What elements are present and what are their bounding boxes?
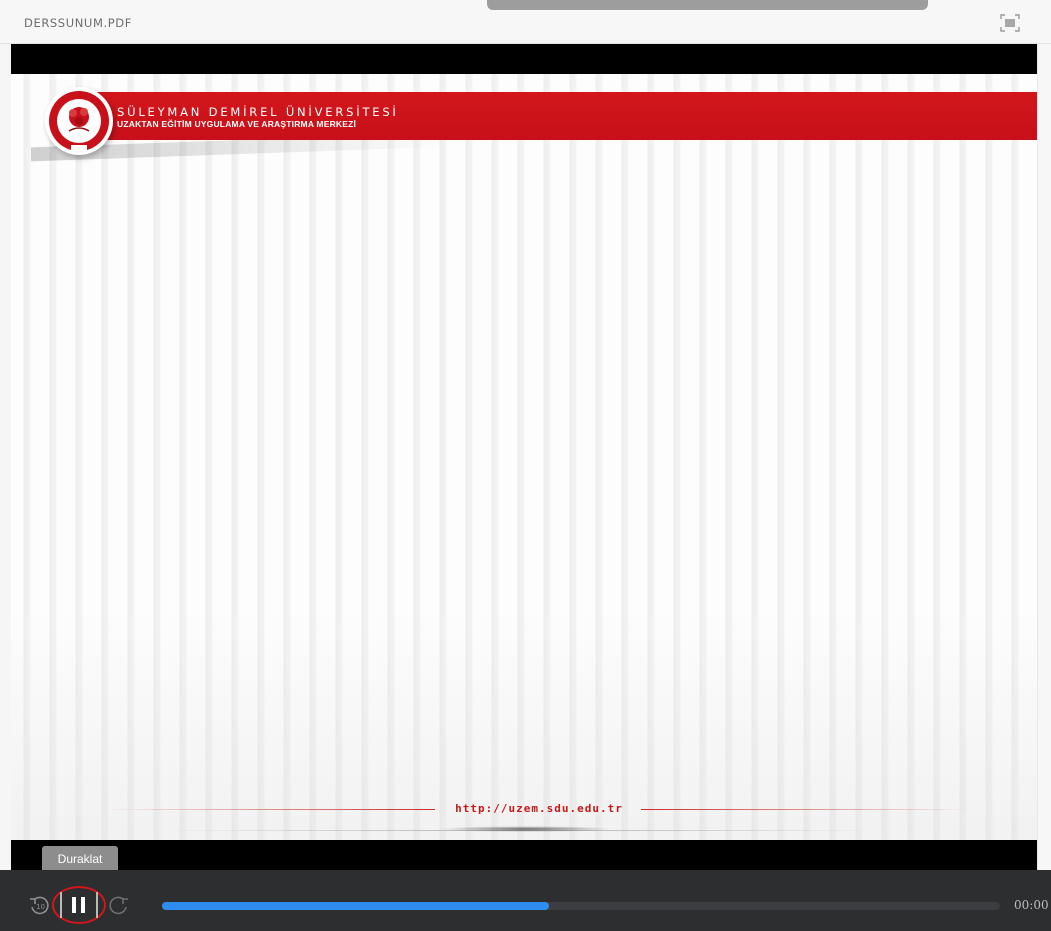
player-controls: 10 00:00 [0,870,1051,931]
page-edge [1037,44,1051,870]
fullscreen-icon [1000,14,1020,32]
document-header: DERSSUNUM.PDF [0,0,1051,44]
document-title: DERSSUNUM.PDF [24,16,132,30]
forward-button[interactable] [108,894,130,916]
pause-button[interactable] [60,890,98,920]
rewind-icon: 10 [30,896,49,915]
slide-viewport: SÜLEYMAN DEMİREL ÜNİVERSİTESİ UZAKTAN EĞ… [11,44,1037,870]
forward-icon [109,896,128,915]
progress-bar-fill [162,902,550,910]
footer-divider-right [641,809,971,810]
fullscreen-button[interactable] [998,12,1022,34]
pause-icon [60,892,98,918]
pdf-player-window: DERSSUNUM.PDF SÜLEYMAN DEMİREL ÜNİVERSİT… [0,0,1051,931]
scrollbar-thumb[interactable] [487,0,928,10]
center-name: UZAKTAN EĞİTİM UYGULAMA VE ARAŞTIRMA MER… [117,119,357,129]
footer-divider-left [105,809,435,810]
rewind-button[interactable]: 10 [28,894,50,916]
svg-text:10: 10 [36,903,45,911]
pause-tooltip: Duraklat [42,846,118,872]
university-name: SÜLEYMAN DEMİREL ÜNİVERSİTESİ [117,105,399,119]
slide-background-shade [11,74,1037,840]
time-display: 00:00 [1014,898,1049,912]
footer-url: http://uzem.sdu.edu.tr [455,802,623,815]
slide-page: SÜLEYMAN DEMİREL ÜNİVERSİTESİ UZAKTAN EĞ… [11,74,1037,840]
progress-bar[interactable] [162,902,1000,910]
university-seal-icon [45,87,113,155]
footer-shadow [441,826,611,832]
